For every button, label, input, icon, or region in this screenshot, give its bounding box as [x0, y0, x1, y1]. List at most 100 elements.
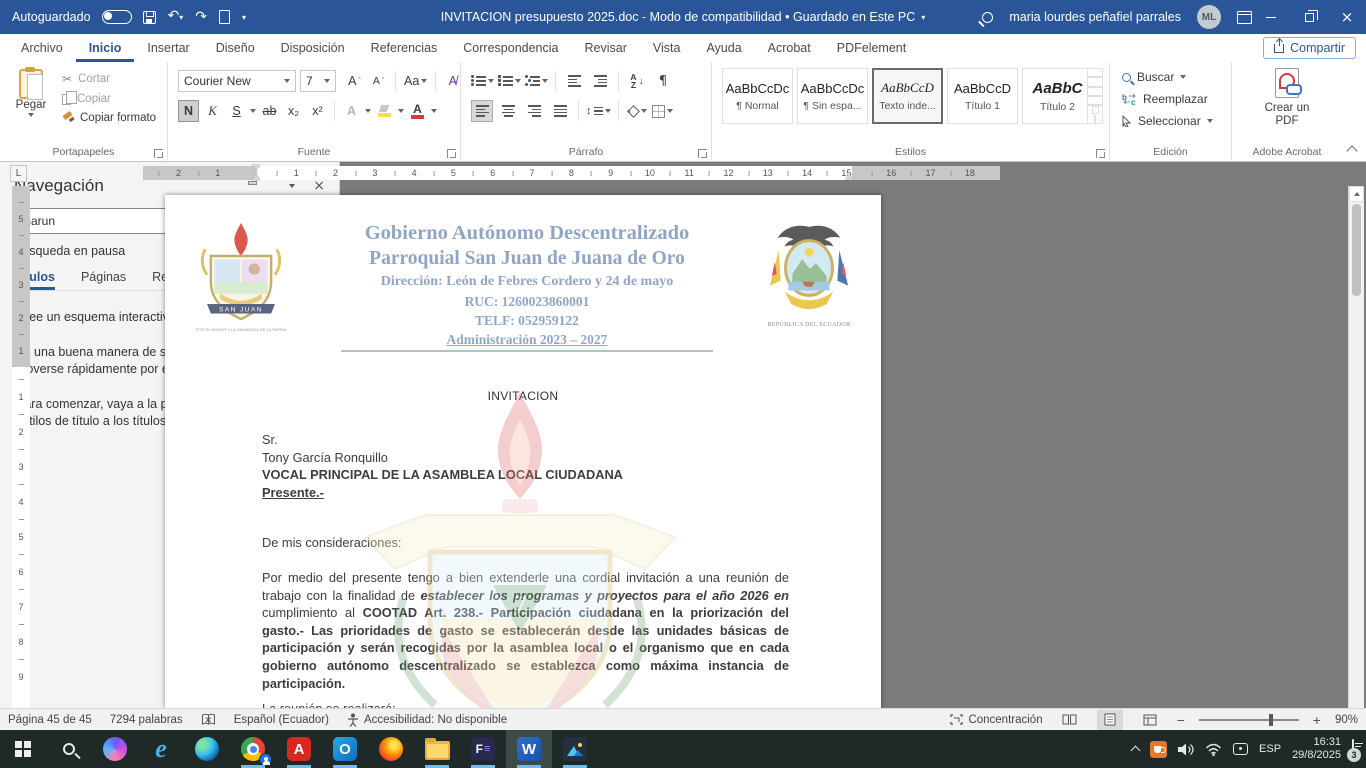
- tab-disposicion[interactable]: Disposición: [268, 34, 358, 62]
- create-pdf-button[interactable]: Crear un PDF: [1232, 68, 1342, 128]
- increase-indent-button[interactable]: [589, 70, 611, 92]
- java-update-icon[interactable]: [1150, 741, 1167, 758]
- grow-font-button[interactable]: Aˆ: [344, 70, 365, 92]
- sort-button[interactable]: AZ↓: [626, 70, 648, 92]
- search-icon[interactable]: [982, 12, 993, 23]
- text-effects-button[interactable]: A: [341, 100, 362, 122]
- save-icon[interactable]: [143, 11, 156, 24]
- read-mode-icon[interactable]: [1057, 710, 1083, 730]
- new-document-icon[interactable]: [219, 10, 230, 24]
- tab-stop-selector[interactable]: L: [10, 165, 27, 182]
- justify-button[interactable]: [549, 100, 571, 122]
- navigation-chevron-icon[interactable]: [289, 184, 295, 188]
- styles-scroll-up-icon[interactable]: [1087, 68, 1103, 87]
- font-family-select[interactable]: Courier New: [178, 70, 296, 92]
- autosave-toggle[interactable]: [102, 10, 132, 24]
- keyboard-language[interactable]: ESP: [1259, 743, 1281, 755]
- paste-button[interactable]: Pegar: [8, 67, 54, 141]
- zoom-in-button[interactable]: +: [1313, 712, 1321, 728]
- clock[interactable]: 16:31 29/8/2025: [1292, 736, 1341, 762]
- shrink-font-button[interactable]: Aˇ: [368, 70, 389, 92]
- paragraph-dialog-launcher-icon[interactable]: [698, 149, 707, 158]
- bold-button[interactable]: N: [178, 100, 199, 122]
- minimize-button[interactable]: [1252, 0, 1290, 34]
- scrollbar-thumb[interactable]: [1352, 204, 1361, 296]
- align-right-button[interactable]: [523, 100, 545, 122]
- bullet-list-button[interactable]: [471, 70, 494, 92]
- avatar[interactable]: ML: [1197, 5, 1221, 29]
- tab-pdfelement[interactable]: PDFelement: [824, 34, 919, 62]
- navpane-tab-paginas[interactable]: Páginas: [81, 270, 126, 290]
- hanging-indent-marker[interactable]: [252, 174, 260, 180]
- tab-archivo[interactable]: Archivo: [8, 34, 76, 62]
- close-button[interactable]: ×: [1328, 0, 1366, 34]
- underline-button[interactable]: S: [226, 100, 247, 122]
- vertical-scrollbar[interactable]: [1348, 186, 1364, 708]
- language-indicator[interactable]: Español (Ecuador): [234, 714, 329, 726]
- strikethrough-button[interactable]: ab: [259, 100, 280, 122]
- photos-button[interactable]: [552, 730, 598, 768]
- format-painter-button[interactable]: Copiar formato: [62, 112, 156, 124]
- page-indicator[interactable]: Página 45 de 45: [8, 714, 92, 726]
- align-left-button[interactable]: [471, 100, 493, 122]
- tab-inicio[interactable]: Inicio: [76, 34, 135, 62]
- styles-dialog-launcher-icon[interactable]: [1096, 149, 1105, 158]
- edge-button[interactable]: [184, 730, 230, 768]
- firefox-button[interactable]: [368, 730, 414, 768]
- style-titulo-1[interactable]: AaBbCcD Título 1: [947, 68, 1018, 124]
- notification-center-button[interactable]: 3: [1352, 740, 1354, 758]
- clipboard-dialog-launcher-icon[interactable]: [154, 149, 163, 158]
- tab-vista[interactable]: Vista: [640, 34, 694, 62]
- tray-expand-icon[interactable]: [1131, 746, 1141, 756]
- zoom-slider-thumb[interactable]: [1269, 714, 1273, 726]
- zoom-slider[interactable]: [1199, 719, 1299, 721]
- zoom-level[interactable]: 90%: [1335, 714, 1358, 726]
- cut-button[interactable]: ✂Cortar: [62, 72, 156, 86]
- outlook-button[interactable]: O: [322, 730, 368, 768]
- restore-button[interactable]: [1290, 0, 1328, 34]
- tab-acrobat[interactable]: Acrobat: [755, 34, 824, 62]
- internet-explorer-button[interactable]: e: [138, 730, 184, 768]
- italic-button[interactable]: K: [202, 100, 223, 122]
- find-button[interactable]: Buscar: [1122, 70, 1213, 84]
- feo-app-button[interactable]: F≡: [460, 730, 506, 768]
- file-explorer-button[interactable]: [414, 730, 460, 768]
- font-dialog-launcher-icon[interactable]: [447, 149, 456, 158]
- multilevel-list-button[interactable]: [525, 70, 548, 92]
- show-marks-button[interactable]: ¶: [652, 70, 674, 92]
- change-case-button[interactable]: Aa: [402, 70, 429, 92]
- wifi-icon[interactable]: [1205, 743, 1222, 756]
- copy-button[interactable]: Copiar: [62, 93, 156, 105]
- start-button[interactable]: [0, 730, 46, 768]
- horizontal-ruler[interactable]: 21 123456789101112131415 161718: [143, 166, 1000, 180]
- styles-scroll-down-icon[interactable]: [1087, 87, 1103, 106]
- proofing-icon[interactable]: [201, 713, 216, 726]
- tab-insertar[interactable]: Insertar: [134, 34, 202, 62]
- first-line-indent-marker[interactable]: [252, 165, 260, 171]
- ribbon-display-options-icon[interactable]: [1237, 11, 1252, 24]
- chrome-button[interactable]: [230, 730, 276, 768]
- font-color-button[interactable]: A: [407, 100, 428, 122]
- line-spacing-button[interactable]: ↕: [586, 100, 611, 122]
- shading-button[interactable]: [626, 100, 648, 122]
- qat-customize-icon[interactable]: ▾: [242, 13, 246, 22]
- scroll-up-icon[interactable]: [1349, 186, 1364, 202]
- subscript-button[interactable]: x₂: [283, 100, 304, 122]
- word-button[interactable]: W: [506, 730, 552, 768]
- decrease-indent-button[interactable]: [563, 70, 585, 92]
- tab-ayuda[interactable]: Ayuda: [693, 34, 754, 62]
- styles-gallery-more-icon[interactable]: [1087, 105, 1103, 124]
- style-texto-independiente[interactable]: AaBbCcD Texto inde...: [872, 68, 943, 124]
- align-center-button[interactable]: [497, 100, 519, 122]
- taskbar-search-button[interactable]: [46, 730, 92, 768]
- undo-icon[interactable]: ↶▾: [168, 9, 184, 25]
- share-button[interactable]: Compartir: [1263, 37, 1356, 59]
- web-layout-icon[interactable]: [1137, 710, 1163, 730]
- tab-correspondencia[interactable]: Correspondencia: [450, 34, 571, 62]
- tab-referencias[interactable]: Referencias: [358, 34, 451, 62]
- highlight-button[interactable]: [374, 100, 395, 122]
- vertical-ruler[interactable]: 54321 123456789: [12, 186, 30, 708]
- superscript-button[interactable]: x²: [307, 100, 328, 122]
- tab-diseno[interactable]: Diseño: [203, 34, 268, 62]
- font-size-select[interactable]: 7: [300, 70, 336, 92]
